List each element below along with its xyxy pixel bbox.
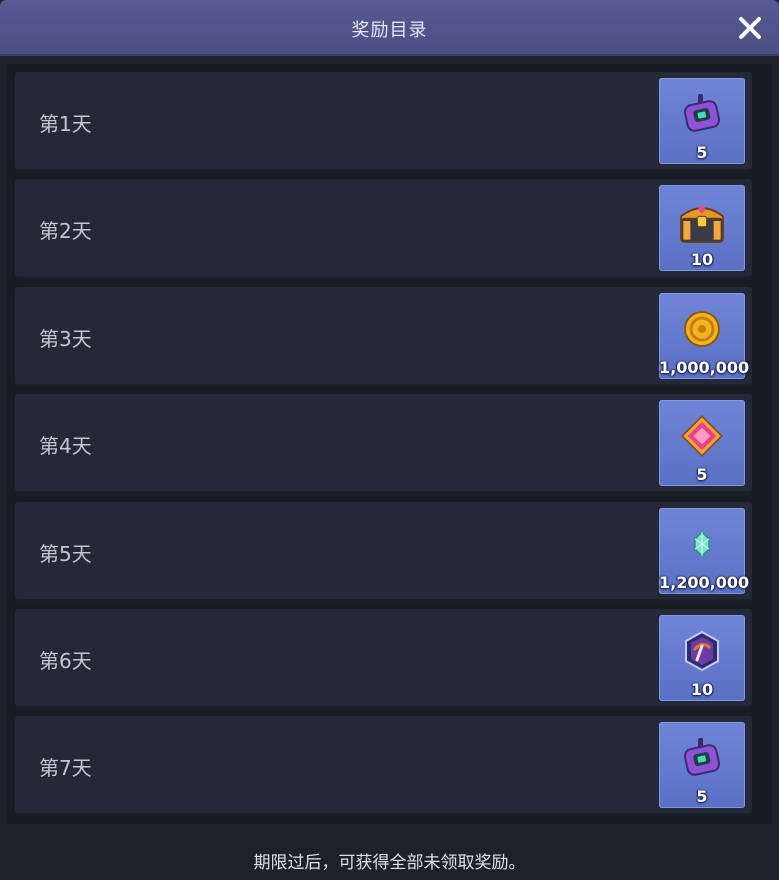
reward-catalog-window: 奖励目录 第1天 5 第2天 10 第3天 1,000,000 第4天 5 第5… (0, 0, 779, 880)
reward-quantity: 1,000,000 (659, 358, 750, 377)
reward-row-day-7: 第7天 5 (15, 716, 752, 815)
titlebar: 奖励目录 (0, 0, 779, 56)
window-title: 奖励目录 (351, 20, 428, 41)
pickaxe-badge-icon (685, 630, 719, 672)
treasure-chest-icon (680, 205, 724, 243)
day-label: 第2天 (39, 219, 92, 243)
reward-row-day-1: 第1天 5 (15, 72, 752, 171)
day-label: 第5天 (39, 542, 92, 566)
reward-quantity: 5 (696, 465, 708, 484)
reward-row-day-3: 第3天 1,000,000 (15, 287, 752, 386)
footer-note: 期限过后，可获得全部未领取奖励。 (253, 853, 526, 873)
close-button[interactable] (735, 13, 765, 43)
reward-item-slot[interactable]: 10 (659, 185, 745, 271)
reward-item-slot[interactable]: 1,000,000 (659, 293, 750, 379)
reward-row-day-5: 第5天 1,200,000 (15, 502, 752, 601)
reward-item-slot[interactable]: 5 (659, 78, 745, 164)
walkie-talkie-icon (683, 94, 721, 132)
day-label: 第7天 (39, 756, 92, 780)
reward-quantity: 10 (690, 680, 714, 699)
reward-list[interactable]: 第1天 5 第2天 10 第3天 1,000,000 第4天 5 第5天 1,2… (7, 64, 772, 824)
day-label: 第6天 (39, 649, 92, 673)
reward-quantity: 1,200,000 (659, 573, 750, 592)
pink-gem-icon (681, 415, 723, 457)
reward-row-day-2: 第2天 10 (15, 179, 752, 278)
day-label: 第4天 (39, 434, 92, 458)
walkie-talkie-icon (683, 738, 721, 776)
gold-coin-icon (684, 311, 720, 347)
reward-item-slot[interactable]: 5 (659, 722, 745, 808)
close-icon (739, 17, 761, 39)
reward-item-slot[interactable]: 1,200,000 (659, 508, 750, 594)
reward-row-day-4: 第4天 5 (15, 394, 752, 493)
day-label: 第1天 (39, 112, 92, 136)
green-crystal-icon (694, 530, 710, 558)
reward-quantity: 10 (690, 250, 714, 269)
reward-quantity: 5 (696, 787, 708, 806)
reward-quantity: 5 (696, 143, 708, 162)
reward-item-slot[interactable]: 10 (659, 615, 745, 701)
day-label: 第3天 (39, 327, 92, 351)
reward-item-slot[interactable]: 5 (659, 400, 745, 486)
reward-row-day-6: 第6天 10 (15, 609, 752, 708)
